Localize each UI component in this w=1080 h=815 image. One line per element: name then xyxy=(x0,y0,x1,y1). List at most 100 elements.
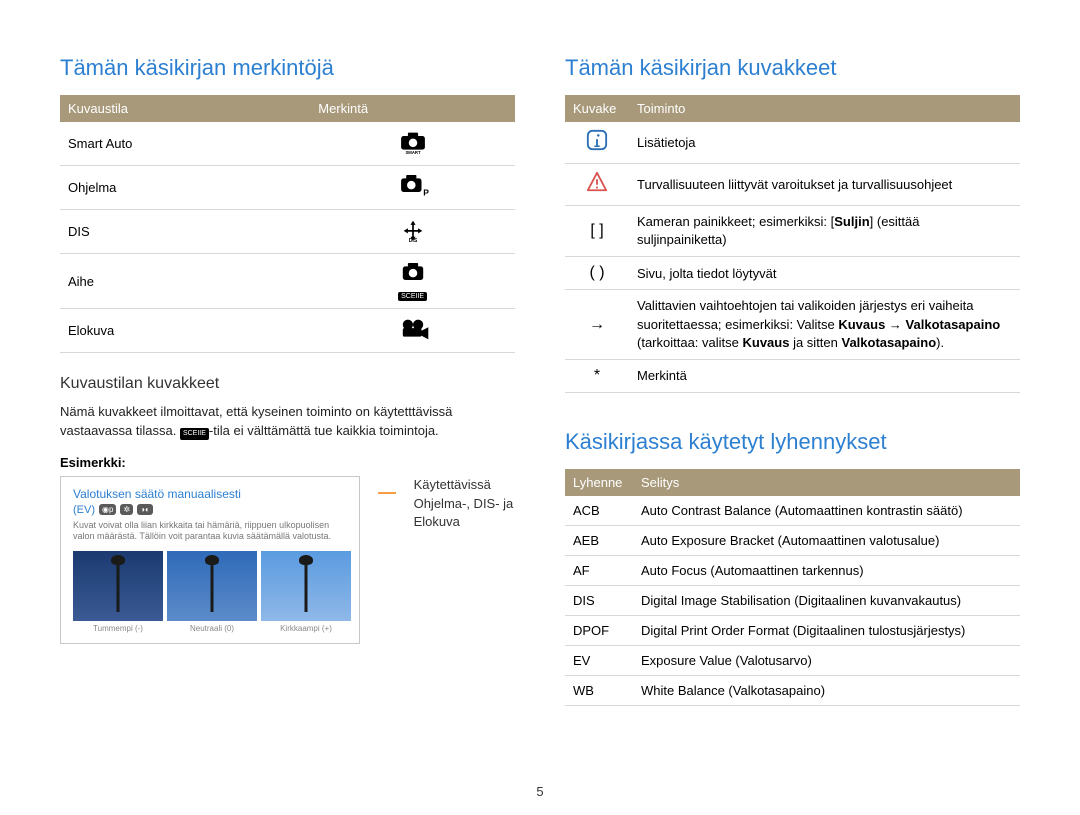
sub-body-post: -tila ei välttämättä tue kaikkia toimint… xyxy=(209,423,439,438)
thumb-label: Neutraali (0) xyxy=(190,624,234,633)
table-row: Elokuva xyxy=(60,309,515,353)
table-row: EVExposure Value (Valotusarvo) xyxy=(565,645,1020,675)
sub-body: Nämä kuvakkeet ilmoittavat, että kyseine… xyxy=(60,403,515,441)
text-part: → xyxy=(885,317,905,332)
connector-line xyxy=(378,492,396,494)
scene-label: SCEIIE xyxy=(398,292,427,301)
mode-name: Smart Auto xyxy=(60,122,310,166)
text-part: ). xyxy=(936,335,944,350)
thumb-label: Kirkkaampi (+) xyxy=(280,624,332,633)
mode-name: Aihe xyxy=(60,254,310,309)
movie-icon xyxy=(310,309,515,353)
abbr-a: ACB xyxy=(565,496,633,526)
page-number: 5 xyxy=(536,784,543,799)
example-title: Valotuksen säätö manuaalisesti xyxy=(73,487,347,501)
arrow-text: Valittavien vaihtoehtojen tai valikoiden… xyxy=(629,290,1020,360)
modes-col1: Kuvaustila xyxy=(60,95,310,122)
abbr-a: EV xyxy=(565,645,633,675)
svg-text:P: P xyxy=(423,187,429,197)
abbr-d: Auto Focus (Automaattinen tarkennus) xyxy=(633,555,1020,585)
sub-heading-mode-icons: Kuvaustilan kuvakkeet xyxy=(60,375,515,393)
text-part: ja sitten xyxy=(789,335,841,350)
modes-col2: Merkintä xyxy=(310,95,515,122)
mini-program-icon: ◉p xyxy=(99,504,116,515)
info-icon xyxy=(565,122,629,164)
example-wrap: Valotuksen säätö manuaalisesti (EV) ◉p ✲… xyxy=(60,476,515,644)
right-column: Tämän käsikirjan kuvakkeet Kuvake Toimin… xyxy=(565,55,1020,815)
table-row: Smart Auto SMART xyxy=(60,122,515,166)
abbr-d: Digital Image Stabilisation (Digitaaline… xyxy=(633,585,1020,615)
table-row: * Merkintä xyxy=(565,359,1020,392)
warning-icon xyxy=(565,164,629,206)
example-label: Esimerkki: xyxy=(60,455,515,470)
icons-col2: Toiminto xyxy=(629,95,1020,122)
brackets-icon: [ ] xyxy=(565,206,629,257)
abbr-table: Lyhenne Selitys ACBAuto Contrast Balance… xyxy=(565,469,1020,706)
asterisk-text: Merkintä xyxy=(629,359,1020,392)
parens-icon: ( ) xyxy=(565,257,629,290)
section-heading-abbr: Käsikirjassa käytetyt lyhennykset xyxy=(565,429,1020,455)
table-row: AFAuto Focus (Automaattinen tarkennus) xyxy=(565,555,1020,585)
scene-icon: SCEIIE xyxy=(310,254,515,309)
program-icon: P xyxy=(310,166,515,210)
icons-table: Kuvake Toiminto Lisätietoja Turvallisuut… xyxy=(565,95,1020,393)
svg-text:DIS: DIS xyxy=(408,238,417,243)
text-bold: Valkotasapaino xyxy=(906,317,1001,332)
table-row: DPOFDigital Print Order Format (Digitaal… xyxy=(565,615,1020,645)
example-box: Valotuksen säätö manuaalisesti (EV) ◉p ✲… xyxy=(60,476,360,644)
table-row: ACBAuto Contrast Balance (Automaattinen … xyxy=(565,496,1020,526)
svg-text:SMART: SMART xyxy=(405,150,421,155)
example-ev-row: (EV) ◉p ✲ ◑◐ xyxy=(73,504,347,516)
table-row: WBWhite Balance (Valkotasapaino) xyxy=(565,675,1020,705)
mini-dis-icon: ✲ xyxy=(120,504,133,515)
table-row: ( ) Sivu, jolta tiedot löytyvät xyxy=(565,257,1020,290)
table-row: DIS DIS xyxy=(60,210,515,254)
table-row: Ohjelma P xyxy=(60,166,515,210)
section-heading-icons: Tämän käsikirjan kuvakkeet xyxy=(565,55,1020,81)
left-column: Tämän käsikirjan merkintöjä Kuvaustila M… xyxy=(60,55,515,815)
text-bold: Kuvaus xyxy=(838,317,885,332)
table-row: [ ] Kameran painikkeet; esimerkiksi: [Su… xyxy=(565,206,1020,257)
text-part: (tarkoittaa: valitse xyxy=(637,335,743,350)
thumb-brighter: Kirkkaampi (+) xyxy=(261,551,351,633)
icons-col1: Kuvake xyxy=(565,95,629,122)
mode-name: Elokuva xyxy=(60,309,310,353)
scene-inline-icon: SCEIIE xyxy=(180,428,209,440)
table-row: DISDigital Image Stabilisation (Digitaal… xyxy=(565,585,1020,615)
mode-name: Ohjelma xyxy=(60,166,310,210)
abbr-a: AEB xyxy=(565,525,633,555)
abbr-d: White Balance (Valkotasapaino) xyxy=(633,675,1020,705)
thumb-neutral: Neutraali (0) xyxy=(167,551,257,633)
dis-icon: DIS xyxy=(310,210,515,254)
text-part: Kameran painikkeet; esimerkiksi: [ xyxy=(637,214,834,229)
abbr-d: Exposure Value (Valotusarvo) xyxy=(633,645,1020,675)
abbr-d: Auto Exposure Bracket (Automaattinen val… xyxy=(633,525,1020,555)
text-bold: Suljin xyxy=(834,214,869,229)
asterisk-icon: * xyxy=(565,359,629,392)
abbr-a: AF xyxy=(565,555,633,585)
abbr-a: DIS xyxy=(565,585,633,615)
example-caption-right: Käytettävissä Ohjelma-, DIS- ja Elokuva xyxy=(414,476,515,533)
section-heading-notations: Tämän käsikirjan merkintöjä xyxy=(60,55,515,81)
parens-text: Sivu, jolta tiedot löytyvät xyxy=(629,257,1020,290)
example-body: Kuvat voivat olla liian kirkkaita tai hä… xyxy=(73,520,347,543)
thumb-label: Tummempi (-) xyxy=(93,624,143,633)
abbr-d: Digital Print Order Format (Digitaalinen… xyxy=(633,615,1020,645)
abbr-d: Auto Contrast Balance (Automaattinen kon… xyxy=(633,496,1020,526)
smart-auto-icon: SMART xyxy=(310,122,515,166)
modes-table: Kuvaustila Merkintä Smart Auto SMART Ohj… xyxy=(60,95,515,353)
thumb-darker: Tummempi (-) xyxy=(73,551,163,633)
mode-name: DIS xyxy=(60,210,310,254)
table-row: Lisätietoja xyxy=(565,122,1020,164)
text-bold: Kuvaus xyxy=(743,335,790,350)
table-row: Turvallisuuteen liittyvät varoitukset ja… xyxy=(565,164,1020,206)
brackets-text: Kameran painikkeet; esimerkiksi: [Suljin… xyxy=(629,206,1020,257)
abbr-a: WB xyxy=(565,675,633,705)
table-row: AEBAuto Exposure Bracket (Automaattinen … xyxy=(565,525,1020,555)
table-row: → Valittavien vaihtoehtojen tai valikoid… xyxy=(565,290,1020,360)
abbr-a: DPOF xyxy=(565,615,633,645)
info-text: Lisätietoja xyxy=(629,122,1020,164)
warning-text: Turvallisuuteen liittyvät varoitukset ja… xyxy=(629,164,1020,206)
table-row: Aihe SCEIIE xyxy=(60,254,515,309)
text-bold: Valkotasapaino xyxy=(842,335,937,350)
